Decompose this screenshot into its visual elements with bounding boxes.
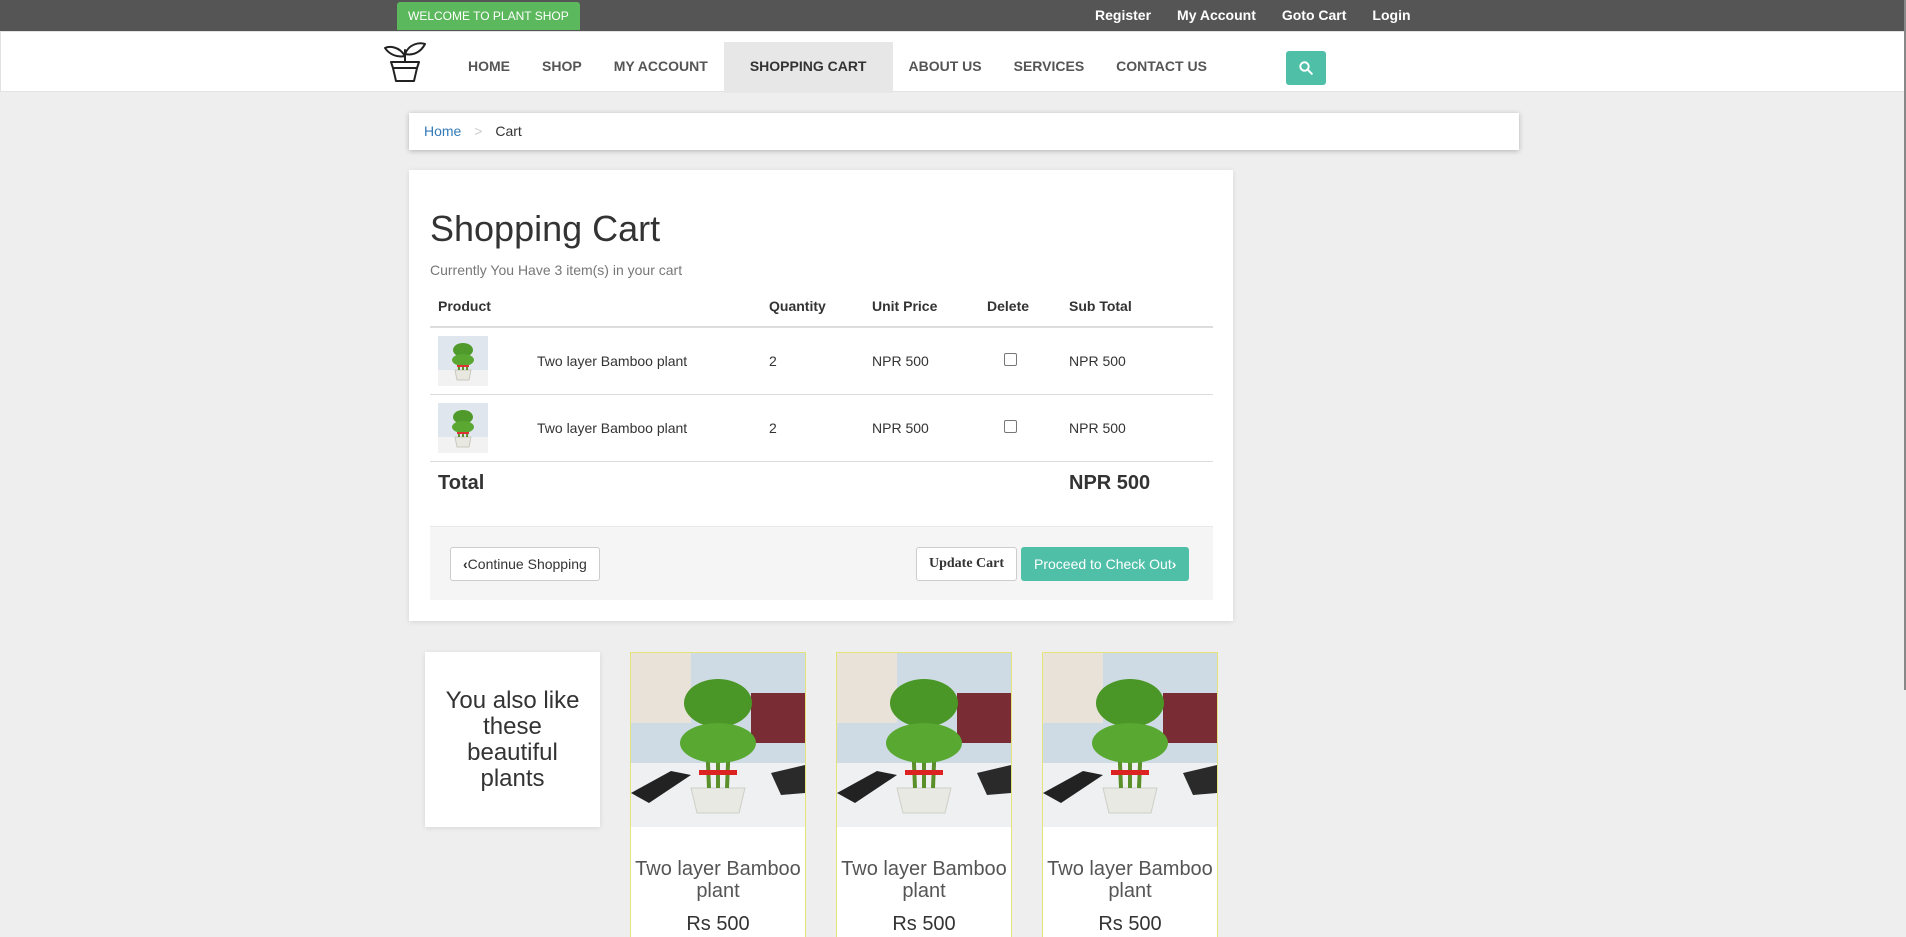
product-card-name[interactable]: Two layer Bamboo plant	[631, 858, 805, 902]
product-quantity: 2	[761, 327, 864, 395]
sub-total: NPR 500	[1061, 394, 1213, 462]
product-card-price: Rs 500	[892, 913, 956, 935]
total-row: Total NPR 500	[430, 461, 1213, 505]
product-quantity: 2	[761, 394, 864, 462]
delete-checkbox[interactable]	[1004, 352, 1017, 366]
cart-table: Product Quantity Unit Price Delete Sub T…	[430, 286, 1213, 505]
product-name[interactable]: Two layer Bamboo plant	[529, 327, 761, 395]
welcome-banner[interactable]: WELCOME TO PLANT SHOP	[397, 2, 580, 30]
product-card[interactable]: Two layer Bamboo plant Rs 500	[630, 652, 806, 937]
nav-my-account[interactable]: MY ACCOUNT	[598, 42, 724, 93]
update-cart-button[interactable]: Update Cart	[916, 547, 1018, 581]
cart-item-count: Currently You Have 3 item(s) in your car…	[430, 262, 683, 278]
product-card-name[interactable]: Two layer Bamboo plant	[1043, 858, 1217, 902]
breadcrumb-home-link[interactable]: Home	[424, 123, 461, 139]
delete-cell	[979, 327, 1061, 395]
product-name[interactable]: Two layer Bamboo plant	[529, 394, 761, 462]
cart-table-header: Product Quantity Unit Price Delete Sub T…	[430, 286, 1213, 328]
recommendation-heading: You also like these beautiful plants	[445, 686, 580, 792]
table-row: Two layer Bamboo plant 2 NPR 500 NPR 500	[430, 327, 1213, 395]
nav-contact-us[interactable]: CONTACT US	[1100, 42, 1223, 93]
nav-shop[interactable]: SHOP	[526, 42, 598, 93]
nav-services[interactable]: SERVICES	[998, 42, 1101, 93]
nav-about-us[interactable]: ABOUT US	[893, 42, 998, 93]
unit-price: NPR 500	[864, 327, 979, 395]
delete-checkbox[interactable]	[1004, 419, 1017, 433]
product-card[interactable]: Two layer Bamboo plant Rs 500	[1042, 652, 1218, 937]
chevron-right-icon: ›	[1171, 556, 1177, 572]
top-links: Register My Account Goto Cart Login	[1082, 0, 1424, 31]
total-label: Total	[438, 471, 485, 494]
column-header-sub-total: Sub Total	[1061, 286, 1213, 328]
product-card-price: Rs 500	[1098, 913, 1162, 935]
shopping-cart-panel: Shopping Cart Currently You Have 3 item(…	[409, 170, 1233, 621]
proceed-to-checkout-button[interactable]: Proceed to Check Out›	[1021, 547, 1190, 581]
bamboo-plant-photo[interactable]	[631, 653, 805, 827]
main-navbar: HOME SHOP MY ACCOUNT SHOPPING CART ABOUT…	[0, 31, 1906, 93]
product-card-name[interactable]: Two layer Bamboo plant	[837, 858, 1011, 902]
goto-cart-link[interactable]: Goto Cart	[1282, 0, 1347, 31]
total-value: NPR 500	[1069, 471, 1151, 494]
column-header-product: Product	[430, 286, 761, 328]
product-thumbnail-cell	[430, 394, 529, 462]
nav-home[interactable]: HOME	[452, 42, 526, 93]
search-button[interactable]	[1286, 51, 1326, 85]
column-header-unit-price: Unit Price	[864, 286, 979, 328]
search-icon	[1299, 61, 1313, 75]
unit-price: NPR 500	[864, 394, 979, 462]
column-header-quantity: Quantity	[761, 286, 864, 328]
top-bar: WELCOME TO PLANT SHOP Register My Accoun…	[0, 0, 1906, 31]
continue-shopping-label: Continue Shopping	[467, 556, 587, 572]
product-card-price: Rs 500	[686, 913, 750, 935]
bamboo-plant-photo[interactable]	[1043, 653, 1217, 827]
sub-total: NPR 500	[1061, 327, 1213, 395]
table-row: Two layer Bamboo plant 2 NPR 500 NPR 500	[430, 394, 1213, 462]
breadcrumb-separator: >	[474, 123, 483, 139]
nav-shopping-cart[interactable]: SHOPPING CART	[723, 42, 893, 93]
register-link[interactable]: Register	[1095, 0, 1151, 31]
recommendation-heading-box: You also like these beautiful plants	[425, 652, 600, 827]
breadcrumb-current: Cart	[495, 123, 522, 139]
bamboo-plant-thumbnail[interactable]	[438, 335, 488, 386]
bamboo-plant-thumbnail[interactable]	[438, 402, 488, 453]
plant-logo-icon[interactable]	[383, 42, 427, 82]
checkout-label: Proceed to Check Out	[1034, 556, 1172, 572]
column-header-delete: Delete	[979, 286, 1061, 328]
delete-cell	[979, 394, 1061, 462]
bamboo-plant-photo[interactable]	[837, 653, 1011, 827]
my-account-link[interactable]: My Account	[1177, 0, 1256, 31]
product-thumbnail-cell	[430, 327, 529, 395]
product-card[interactable]: Two layer Bamboo plant Rs 500	[836, 652, 1012, 937]
breadcrumb: Home > Cart	[409, 113, 1519, 150]
main-menu: HOME SHOP MY ACCOUNT SHOPPING CART ABOUT…	[452, 42, 1223, 93]
page-title: Shopping Cart	[430, 208, 661, 249]
cart-actions: ‹Continue Shopping Update Cart Proceed t…	[430, 526, 1213, 600]
continue-shopping-button[interactable]: ‹Continue Shopping	[450, 547, 600, 581]
login-link[interactable]: Login	[1372, 0, 1410, 31]
